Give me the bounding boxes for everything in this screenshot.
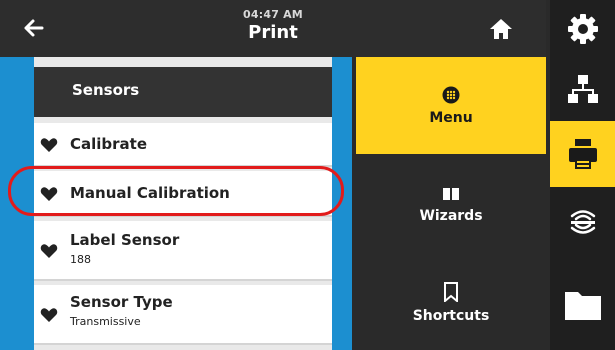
heart-icon: [40, 244, 58, 258]
heart-icon: [40, 138, 58, 152]
grid-dots-icon: [442, 86, 460, 103]
clock-time: 04:47 AM: [243, 8, 303, 21]
list-item-label-sensor[interactable]: Label Sensor 188: [34, 221, 332, 281]
list-item-label: Label Sensor: [70, 231, 180, 249]
printer-icon: [568, 139, 597, 169]
section-header: Sensors: [34, 67, 332, 117]
home-icon[interactable]: [486, 14, 516, 44]
print-button[interactable]: [550, 121, 615, 187]
wizards-button[interactable]: Wizards: [356, 158, 546, 252]
menu-label: Menu: [429, 109, 473, 126]
highlight-circle: [8, 166, 344, 216]
list-item-value: 188: [70, 253, 91, 266]
book-icon: [443, 188, 459, 200]
folder-icon: [564, 292, 601, 320]
network-button[interactable]: [550, 59, 615, 119]
menu-button[interactable]: Menu: [356, 57, 546, 154]
wireless-button[interactable]: [550, 189, 615, 255]
bookmark-icon: [444, 282, 458, 302]
shortcuts-label: Shortcuts: [412, 308, 490, 324]
heart-icon: [40, 308, 58, 322]
wireless-icon: [570, 210, 595, 234]
wizards-label: Wizards: [419, 208, 483, 224]
storage-button[interactable]: [550, 260, 615, 350]
list-item-value: Transmissive: [70, 315, 141, 328]
settings-button[interactable]: [550, 0, 615, 57]
list-item-sensor-type[interactable]: Sensor Type Transmissive: [34, 285, 332, 345]
gear-icon: [567, 13, 598, 44]
list-item-label: Calibrate: [70, 135, 148, 153]
top-bar: 04:47 AM Print: [0, 0, 546, 57]
network-icon: [567, 75, 598, 103]
shortcuts-button[interactable]: Shortcuts: [356, 256, 546, 350]
list-item-label: Sensor Type: [70, 293, 173, 311]
page-title: Print: [248, 22, 298, 43]
list-item-calibrate[interactable]: Calibrate: [34, 123, 332, 167]
right-icon-rail: [550, 0, 615, 350]
